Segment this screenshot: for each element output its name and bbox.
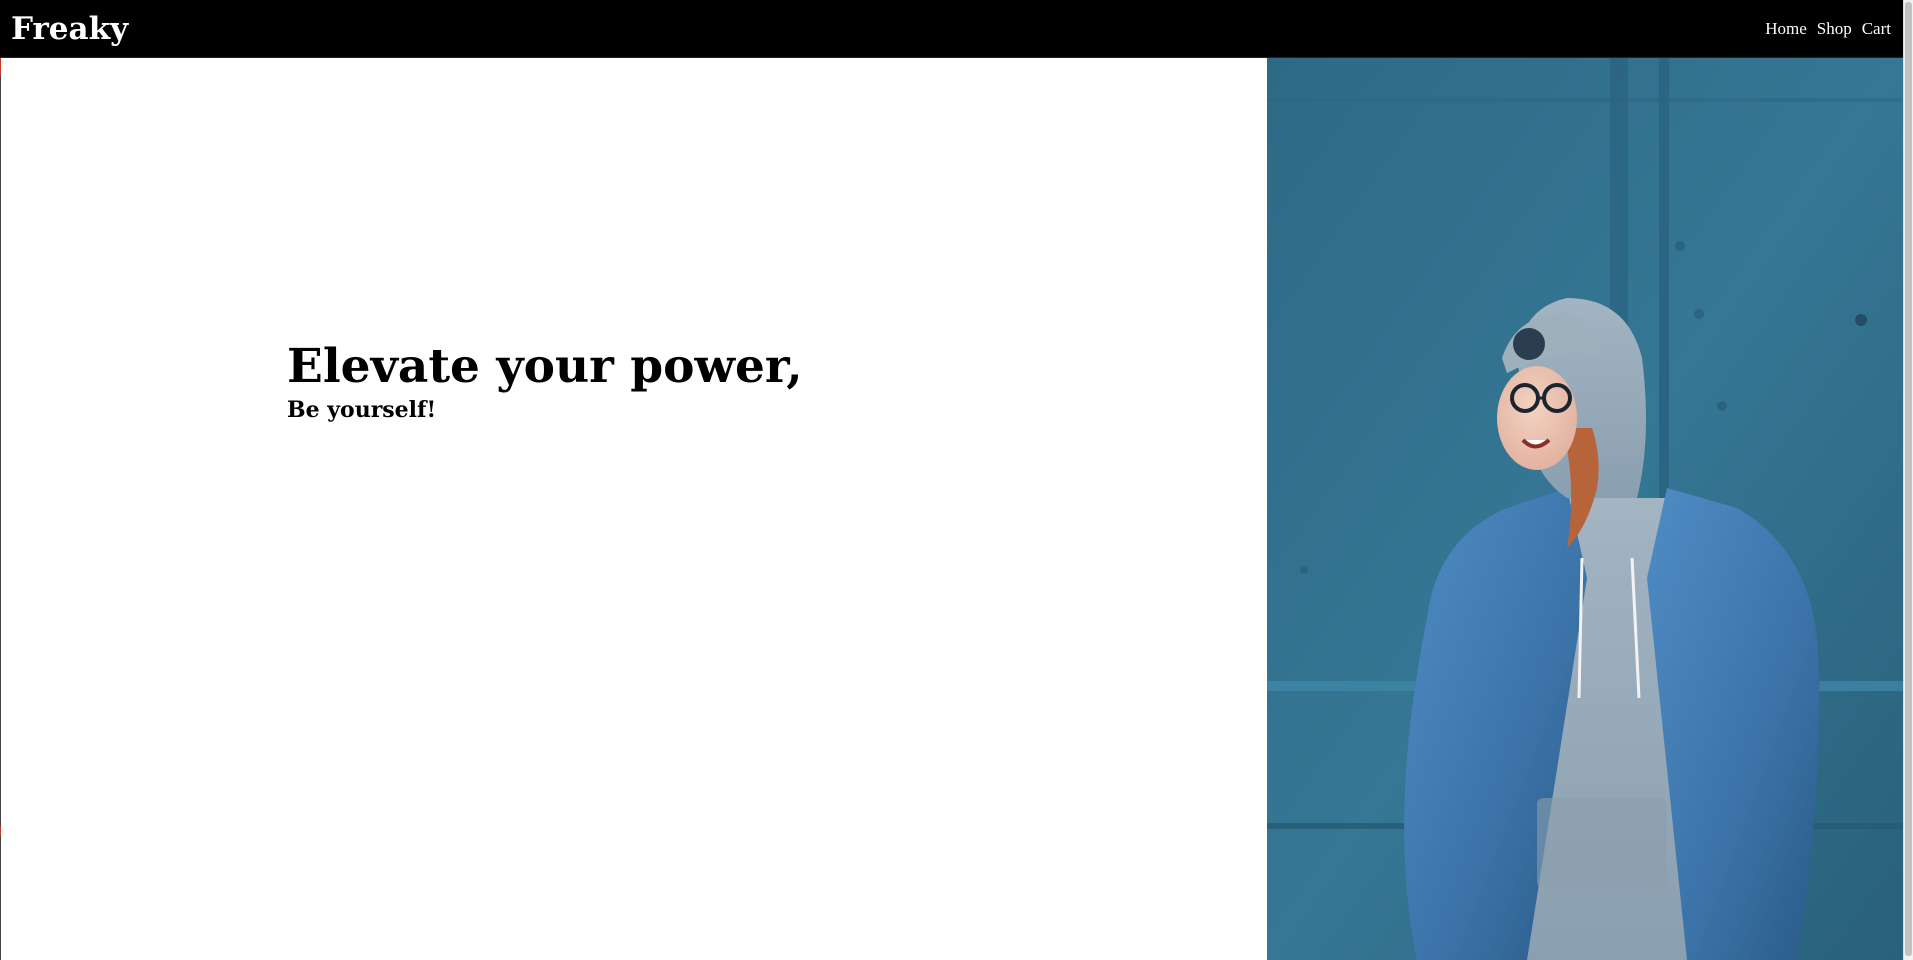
- hero-photo: [1267, 58, 1904, 960]
- nav-link-home[interactable]: Home: [1765, 19, 1807, 39]
- nav-links: Home Shop Cart: [1765, 19, 1891, 39]
- vertical-scrollbar[interactable]: [1903, 0, 1913, 960]
- nav-link-shop[interactable]: Shop: [1817, 19, 1852, 39]
- page: Freaky Home Shop Cart Elevate your power…: [0, 0, 1913, 960]
- left-border-accent: [0, 58, 1, 76]
- hero-subtitle: Be yourself!: [287, 397, 437, 423]
- hero-photo-illustration: [1267, 58, 1904, 960]
- brand-logo[interactable]: Freaky: [11, 11, 128, 47]
- top-navbar: Freaky Home Shop Cart: [0, 0, 1903, 58]
- scrollbar-thumb[interactable]: [1905, 2, 1912, 956]
- nav-link-cart[interactable]: Cart: [1862, 19, 1891, 39]
- left-border: [0, 0, 1, 960]
- hero-title: Elevate your power,: [287, 339, 803, 394]
- left-border-accent: [0, 826, 1, 836]
- hero-text: Elevate your power, Be yourself!: [287, 338, 803, 424]
